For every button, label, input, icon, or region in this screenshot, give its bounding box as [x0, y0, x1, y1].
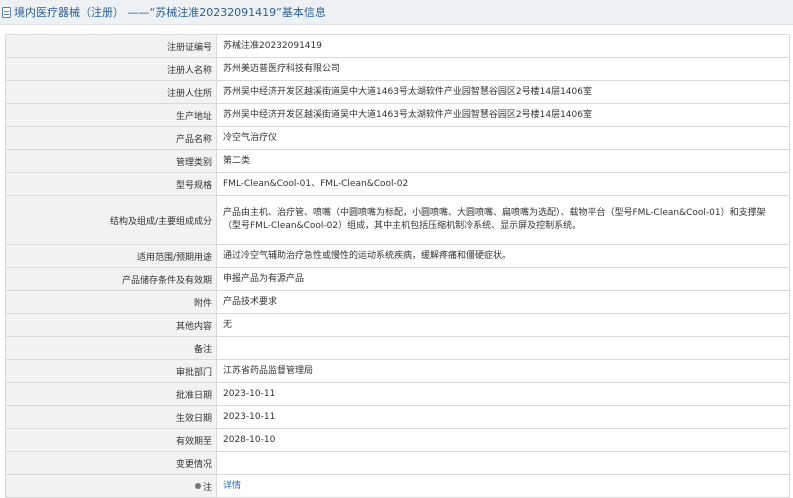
- page-header: 境内医疗器械（注册） ——“苏械注准20232091419”基本信息: [0, 0, 793, 25]
- field-label: 产品名称: [5, 126, 217, 150]
- registration-info-table: 注册证编号 苏械注准20232091419 注册人名称 苏州美迈普医疗科技有限公…: [5, 34, 790, 498]
- note-label-cell: 注: [5, 474, 217, 498]
- field-value: 申报产品为有源产品: [216, 267, 790, 291]
- table-row: 产品名称 冷空气治疗仪: [5, 126, 790, 150]
- field-value: 苏州吴中经济开发区越溪街道吴中大道1463号太湖软件产业园智慧谷园区2号楼14层…: [216, 103, 790, 127]
- field-value: 江苏省药品监督管理局: [216, 359, 790, 383]
- field-value: 第二类: [216, 149, 790, 173]
- table-row: 注册人名称 苏州美迈普医疗科技有限公司: [5, 57, 790, 81]
- field-value: 2023-10-11: [216, 405, 790, 429]
- field-value: 产品由主机、治疗管、喷嘴（中圆喷嘴为标配，小圆喷嘴、大圆喷嘴、扁喷嘴为选配）、载…: [216, 195, 790, 245]
- details-link[interactable]: 详情: [223, 481, 241, 491]
- field-value: [216, 451, 790, 475]
- table-row: 结构及组成/主要组成成分 产品由主机、治疗管、喷嘴（中圆喷嘴为标配，小圆喷嘴、大…: [5, 195, 790, 245]
- field-label: 结构及组成/主要组成成分: [5, 195, 217, 245]
- table-row: 注 详情: [5, 474, 790, 498]
- field-label: 生产地址: [5, 103, 217, 127]
- field-value: 无: [216, 313, 790, 337]
- table-row: 备注: [5, 336, 790, 360]
- document-icon: [2, 6, 11, 18]
- table-row: 产品储存条件及有效期 申报产品为有源产品: [5, 267, 790, 291]
- field-label: 产品储存条件及有效期: [5, 267, 217, 291]
- field-value: 产品技术要求: [216, 290, 790, 314]
- field-label: 备注: [5, 336, 217, 360]
- field-label: 变更情况: [5, 451, 217, 475]
- field-value: 2023-10-11: [216, 382, 790, 406]
- table-row: 注册证编号 苏械注准20232091419: [5, 34, 790, 58]
- table-row: 生效日期 2023-10-11: [5, 405, 790, 429]
- table-row: 管理类别 第二类: [5, 149, 790, 173]
- field-value: FML-Clean&Cool-01、FML-Clean&Cool-02: [216, 172, 790, 196]
- field-label: 其他内容: [5, 313, 217, 337]
- field-value: 2028-10-10: [216, 428, 790, 452]
- field-label: 注册证编号: [5, 34, 217, 58]
- table-row: 附件 产品技术要求: [5, 290, 790, 314]
- table-row: 适用范围/预期用途 通过冷空气辅助治疗急性或慢性的运动系统疾病，缓解疼痛和僵硬症…: [5, 244, 790, 268]
- table-row: 其他内容 无: [5, 313, 790, 337]
- table-row: 有效期至 2028-10-10: [5, 428, 790, 452]
- field-label: 型号规格: [5, 172, 217, 196]
- field-label: 管理类别: [5, 149, 217, 173]
- field-label: 生效日期: [5, 405, 217, 429]
- table-row: 生产地址 苏州吴中经济开发区越溪街道吴中大道1463号太湖软件产业园智慧谷园区2…: [5, 103, 790, 127]
- field-label: 批准日期: [5, 382, 217, 406]
- table-row: 型号规格 FML-Clean&Cool-01、FML-Clean&Cool-02: [5, 172, 790, 196]
- field-value: 苏械注准20232091419: [216, 34, 790, 58]
- table-row: 注册人住所 苏州吴中经济开发区越溪街道吴中大道1463号太湖软件产业园智慧谷园区…: [5, 80, 790, 104]
- field-label: 审批部门: [5, 359, 217, 383]
- field-label: 适用范围/预期用途: [5, 244, 217, 268]
- page-title: 境内医疗器械（注册） ——“苏械注准20232091419”基本信息: [14, 6, 326, 19]
- table-row: 变更情况: [5, 451, 790, 475]
- field-value: 冷空气治疗仪: [216, 126, 790, 150]
- field-label: 注册人名称: [5, 57, 217, 81]
- field-value: 通过冷空气辅助治疗急性或慢性的运动系统疾病，缓解疼痛和僵硬症状。: [216, 244, 790, 268]
- note-value-cell: 详情: [216, 474, 790, 498]
- field-label: 有效期至: [5, 428, 217, 452]
- field-label: 注册人住所: [5, 80, 217, 104]
- field-value: [216, 336, 790, 360]
- table-row: 审批部门 江苏省药品监督管理局: [5, 359, 790, 383]
- field-value: 苏州美迈普医疗科技有限公司: [216, 57, 790, 81]
- field-value: 苏州吴中经济开发区越溪街道吴中大道1463号太湖软件产业园智慧谷园区2号楼14层…: [216, 80, 790, 104]
- field-label: 附件: [5, 290, 217, 314]
- pin-icon: [194, 483, 201, 489]
- table-row: 批准日期 2023-10-11: [5, 382, 790, 406]
